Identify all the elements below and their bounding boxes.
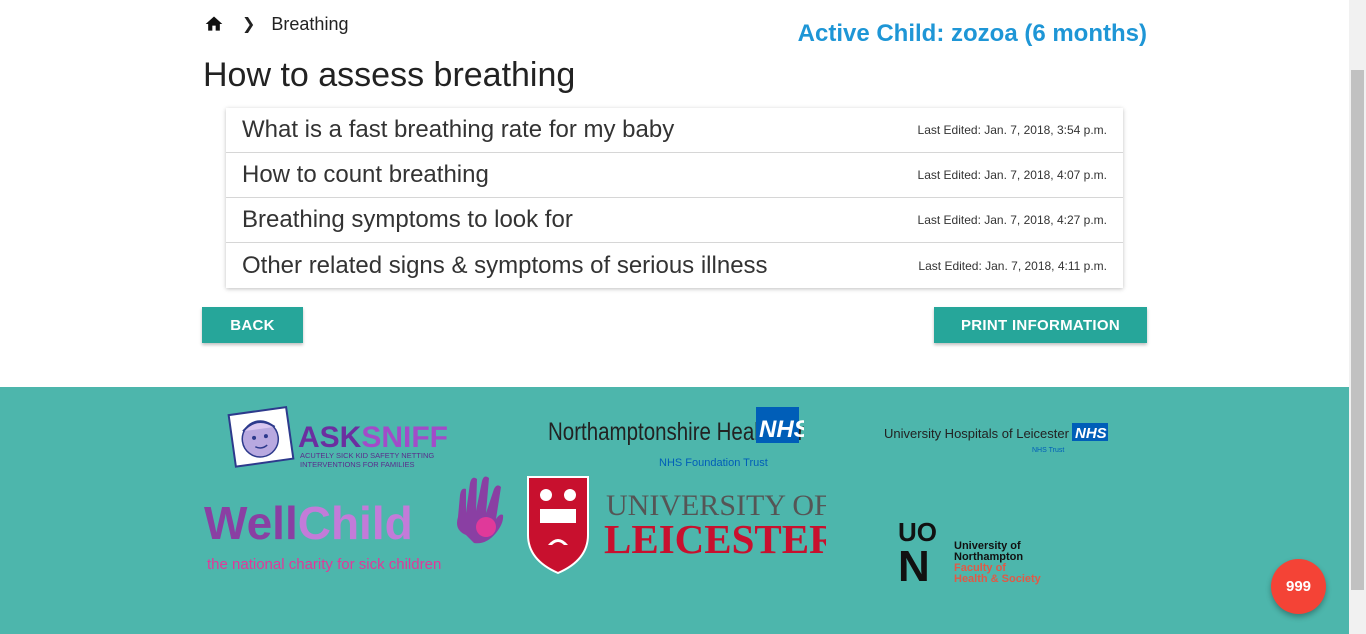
- list-item-title: What is a fast breathing rate for my bab…: [242, 116, 675, 143]
- svg-text:Health & Society: Health & Society: [954, 573, 1042, 585]
- scrollbar-thumb[interactable]: [1351, 70, 1364, 590]
- list-item-title: Breathing symptoms to look for: [242, 206, 573, 233]
- active-child-label: Active Child: zozoa (6 months): [797, 20, 1147, 47]
- list-item[interactable]: How to count breathing Last Edited: Jan.…: [226, 153, 1123, 198]
- topic-list: What is a fast breathing rate for my bab…: [226, 108, 1123, 288]
- svg-text:University Hospitals of Leices: University Hospitals of Leicester: [884, 426, 1070, 441]
- list-item-title: Other related signs & symptoms of seriou…: [242, 251, 768, 279]
- emergency-999-button[interactable]: 999: [1271, 559, 1326, 614]
- svg-text:N: N: [898, 542, 930, 585]
- list-item-date: Last Edited: Jan. 7, 2018, 3:54 p.m.: [917, 123, 1107, 137]
- svg-text:WellChild: WellChild: [204, 497, 413, 549]
- northamptonshire-healthcare-logo: Northamptonshire Healthcare NHS NHS Foun…: [548, 407, 804, 469]
- list-item-date: Last Edited: Jan. 7, 2018, 4:11 p.m.: [918, 258, 1107, 273]
- svg-text:ACUTELY SICK KID SAFETY NETTIN: ACUTELY SICK KID SAFETY NETTING: [300, 451, 434, 460]
- scrollbar[interactable]: [1349, 0, 1366, 634]
- hand-icon: [457, 476, 504, 544]
- svg-text:NHS Foundation Trust: NHS Foundation Trust: [659, 457, 768, 469]
- list-item[interactable]: Breathing symptoms to look for Last Edit…: [226, 198, 1123, 243]
- svg-text:LEICESTER: LEICESTER: [604, 516, 826, 562]
- breadcrumb-current: Breathing: [271, 13, 349, 34]
- list-item-date: Last Edited: Jan. 7, 2018, 4:27 p.m.: [917, 213, 1107, 227]
- svg-text:NHS Trust: NHS Trust: [1032, 447, 1064, 454]
- university-of-leicester-logo: UNIVERSITY OF LEICESTER: [527, 476, 826, 575]
- svg-text:INTERVENTIONS FOR FAMILIES: INTERVENTIONS FOR FAMILIES: [300, 460, 414, 469]
- page: ❯ Breathing Active Child: zozoa (6 month…: [0, 0, 1349, 634]
- footer-logos: ASKSNIFF ACUTELY SICK KID SAFETY NETTING…: [0, 387, 1349, 634]
- home-icon[interactable]: [204, 14, 224, 34]
- asksniff-logo: ASKSNIFF ACUTELY SICK KID SAFETY NETTING…: [227, 405, 448, 469]
- university-of-northampton-logo: UO N University of Northampton Faculty o…: [898, 517, 1042, 585]
- list-item[interactable]: Other related signs & symptoms of seriou…: [226, 243, 1123, 288]
- list-item-date: Last Edited: Jan. 7, 2018, 4:07 p.m.: [917, 168, 1107, 182]
- page-title: How to assess breathing: [203, 56, 576, 94]
- list-item[interactable]: What is a fast breathing rate for my bab…: [226, 108, 1123, 153]
- svg-text:ASKSNIFF: ASKSNIFF: [298, 421, 448, 454]
- svg-text:NHS: NHS: [1075, 425, 1107, 442]
- university-hospitals-leicester-logo: University Hospitals of Leicester NHS NH…: [884, 423, 1108, 454]
- print-information-button[interactable]: PRINT INFORMATION: [934, 307, 1147, 343]
- svg-text:NHS: NHS: [759, 416, 804, 443]
- back-button[interactable]: BACK: [202, 307, 303, 343]
- breadcrumb: ❯ Breathing: [204, 12, 348, 36]
- chevron-right-icon: ❯: [242, 16, 256, 33]
- svg-text:the national charity for sick: the national charity for sick children: [207, 556, 441, 573]
- wellchild-logo: WellChild the national charity for sick …: [204, 476, 504, 573]
- list-item-title: How to count breathing: [242, 161, 489, 188]
